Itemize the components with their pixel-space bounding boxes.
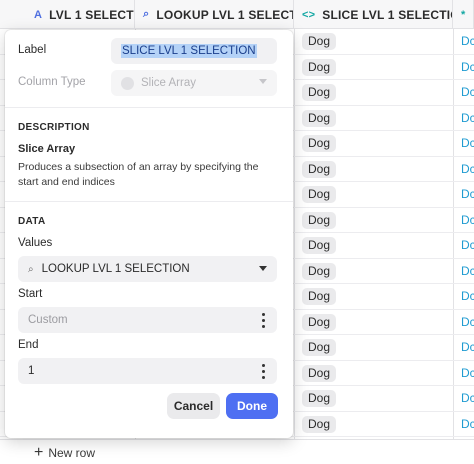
extra-cell-value: Dc <box>461 161 474 176</box>
label-input[interactable]: SLICE LVL 1 SELECTION <box>111 38 277 64</box>
asterisk-column-icon: * <box>461 8 466 21</box>
description-title: Slice Array <box>18 143 76 155</box>
new-row-label: New row <box>48 446 96 460</box>
column-type-value: Slice Array <box>141 77 196 89</box>
column-header-lookup[interactable]: ⌕ LOOKUP LVL 1 SELECTION <box>135 0 294 29</box>
done-button[interactable]: Done <box>226 393 278 419</box>
column-header-label: SLICE LVL 1 SELECTION <box>322 7 452 22</box>
extra-cell-value: Dc <box>461 238 474 252</box>
slice-cell-tag: Dog <box>302 135 337 152</box>
table-header: A LVL 1 SELECTION ⌕ LOOKUP LVL 1 SELECTI… <box>0 0 474 29</box>
extra-cell-value: Dc <box>461 59 474 74</box>
slice-cell-tag: Dog <box>302 415 337 433</box>
extra-cell-value: Dc <box>461 34 474 48</box>
extra-cell-value: Dc <box>461 187 474 201</box>
label-input-value: SLICE LVL 1 SELECTION <box>121 44 257 58</box>
slice-cell-tag: Dog <box>302 288 337 305</box>
extra-cell-value: Dc <box>461 212 474 227</box>
extra-cell-value: Dc <box>461 110 474 125</box>
text-column-icon: A <box>34 8 43 21</box>
column-type-icon <box>121 76 134 90</box>
table-footer: + New row <box>0 439 474 464</box>
slice-cell-tag: Dog <box>302 33 337 50</box>
end-label: End <box>18 339 39 351</box>
code-column-icon: <> <box>302 8 316 21</box>
more-options-icon[interactable] <box>262 364 265 379</box>
slice-cell-tag: Dog <box>302 186 337 203</box>
slice-cell-tag: Dog <box>302 262 337 280</box>
slice-cell-tag: Dog <box>302 58 337 76</box>
start-label: Start <box>18 288 43 300</box>
new-row-button[interactable]: + New row <box>34 444 96 461</box>
description-heading: DESCRIPTION <box>18 122 90 133</box>
start-input[interactable]: Custom <box>18 307 277 333</box>
column-header-lvl1-selection[interactable]: A LVL 1 SELECTION <box>0 0 135 29</box>
lookup-icon: ⌕ <box>28 263 34 275</box>
extra-cell-value: Dc <box>461 391 474 405</box>
label-field-label: Label <box>18 44 47 56</box>
values-label: Values <box>18 237 53 249</box>
slice-cell-tag: Dog <box>302 211 337 229</box>
extra-cell-value: Dc <box>461 136 474 150</box>
slice-cell-tag: Dog <box>302 84 337 101</box>
chevron-down-icon <box>259 79 267 84</box>
divider <box>5 107 293 108</box>
values-select[interactable]: ⌕ LOOKUP LVL 1 SELECTION <box>18 256 277 282</box>
extra-cell-value: Dc <box>461 416 474 431</box>
extra-cell-value: Dc <box>461 365 474 380</box>
column-header-label: LOOKUP LVL 1 SELECTION <box>156 7 293 22</box>
slice-cell-tag: Dog <box>302 237 337 254</box>
data-heading: DATA <box>18 216 46 227</box>
slice-cell-tag: Dog <box>302 160 337 178</box>
extra-cell-value: Dc <box>461 289 474 303</box>
plus-icon: + <box>34 444 44 461</box>
chevron-down-icon <box>259 266 267 271</box>
lookup-column-icon: ⌕ <box>143 8 150 20</box>
column-header-slice[interactable]: <> SLICE LVL 1 SELECTION <box>294 0 453 29</box>
slice-cell-tag: Dog <box>302 339 337 356</box>
extra-cell-value: Dc <box>461 314 474 329</box>
slice-cell-tag: Dog <box>302 313 337 331</box>
column-type-label: Column Type <box>18 76 86 88</box>
slice-cell-tag: Dog <box>302 364 337 382</box>
end-input[interactable]: 1 <box>18 358 277 384</box>
column-header-label: LVL 1 SELECTION <box>49 7 134 22</box>
extra-cell-value: Dc <box>461 85 474 99</box>
more-options-icon[interactable] <box>262 313 265 328</box>
extra-cell-value: Dc <box>461 340 474 354</box>
start-input-value: Custom <box>28 314 68 326</box>
cancel-button[interactable]: Cancel <box>167 393 220 419</box>
extra-cell-value: Dc <box>461 263 474 278</box>
slice-cell-tag: Dog <box>302 390 337 407</box>
values-select-value: LOOKUP LVL 1 SELECTION <box>41 263 190 275</box>
divider <box>5 201 293 202</box>
slice-cell-tag: Dog <box>302 109 337 127</box>
description-text: Produces a subsection of an array by spe… <box>18 161 259 188</box>
column-header-extra[interactable]: * <box>453 0 474 29</box>
end-input-value: 1 <box>28 365 35 377</box>
column-type-select: Slice Array <box>111 70 277 96</box>
column-editor-panel: Label SLICE LVL 1 SELECTION Column Type … <box>5 30 293 438</box>
